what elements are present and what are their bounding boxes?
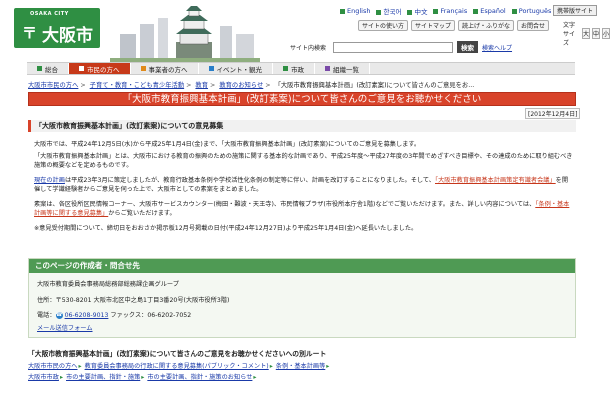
nav-events-tourism[interactable]: イベント・観光 (199, 63, 273, 74)
contact-fax: ファックス：06-6202-7052 (110, 312, 192, 319)
related-link[interactable]: 条例・基本計画等 (276, 363, 326, 370)
related-link[interactable]: 市の主要計画、指針・施策のお知らせ (147, 374, 252, 381)
contact-button[interactable]: お問合せ (517, 20, 550, 31)
site-guide-button[interactable]: サイトの使い方 (358, 20, 409, 31)
nav-city-admin[interactable]: 市政 (273, 63, 315, 74)
read-aloud-button[interactable]: 読上げ・ふりがな (458, 20, 515, 31)
arrow-icon: ▸ (253, 374, 257, 381)
breadcrumb-item[interactable]: 子育て・教育・こども青少年活動 (90, 82, 184, 89)
arrow-icon: ▸ (269, 363, 273, 370)
arrow-icon: ▸ (59, 374, 64, 381)
related-routes-title: 「大阪市教育振興基本計画」(改訂素案)について皆さんのご意見をお聴かせくださいへ… (28, 350, 327, 358)
related-link[interactable]: 大阪市市政 (28, 374, 59, 381)
contact-box: このページの作成者・問合せ先 大阪市教育委員会事務局総務部総務課企画グループ 住… (28, 258, 576, 338)
phone-icon: ☎ (55, 311, 63, 319)
font-size-large[interactable]: 大 (581, 28, 590, 39)
sitemap-button[interactable]: サイトマップ (411, 20, 456, 31)
logo-city-en: OSAKA CITY (30, 11, 69, 17)
related-route-row: 大阪市市政▸ 市の主要計画、指針・施策▸ 市の主要計画、指針・施策のお知らせ▸ (28, 372, 576, 381)
nav-organizations[interactable]: 組織一覧 (315, 63, 370, 74)
related-link[interactable]: 教育委員会事務局の行政に関する意見募集(パブリック・コメント) (85, 363, 269, 370)
city-mark-icon: 〒 (22, 24, 38, 42)
section-title: 「大阪市教育振興基本計画」(改訂素案)についての意見募集 (28, 120, 576, 132)
nav-general[interactable]: 総合 (27, 63, 69, 74)
lang-french[interactable]: Français (433, 7, 467, 15)
expert-council-link[interactable]: 「大阪市教育振興基本計画策定有識者会議」 (435, 177, 556, 184)
arrow-icon: ▸ (141, 374, 145, 381)
osaka-castle-illustration (110, 4, 260, 64)
font-size-label: 文字サイズ (563, 22, 576, 47)
search-help-link[interactable]: 検索ヘルプ (482, 43, 512, 52)
site-header: OSAKA CITY 〒 大阪市 English 한국어 中文 Français… (0, 0, 610, 68)
arrow-icon: ▸ (326, 363, 330, 370)
mail-form-link[interactable]: メール送信フォーム (37, 325, 93, 332)
font-size-control: 文字サイズ 大 中 小 (563, 20, 610, 47)
font-size-small[interactable]: 小 (602, 28, 610, 39)
paragraph-where-to-view: 素案は、各区役所区民情報コーナー、大阪市サービスカウンター(梅田・難波・天王寺)… (34, 201, 570, 217)
related-link[interactable]: 大阪市市民の方へ (28, 363, 78, 370)
page-title: 「大阪市教育振興基本計画」(改訂素案)について皆さんのご意見をお聴かせください (28, 92, 576, 106)
contact-department: 大阪市教育委員会事務局総務部総務課企画グループ (37, 281, 179, 288)
paragraph-plan-description: 「大阪市教育振興基本計画」とは、大阪市における教育の振興のための施策に関する基本… (34, 153, 573, 169)
paragraph-revision: 現在の計画は平成23年3月に策定しましたが、教育行政基本条例や学校活性化条例の制… (34, 177, 569, 193)
search-label: サイト内検索 (290, 44, 327, 52)
paragraph-intro: 大阪市では、平成24年12月5日(水)から平成25年1月4日(金)まで、「大阪市… (34, 141, 421, 148)
global-nav: 総合 市民の方へ 事業者の方へ イベント・観光 市政 組織一覧 (27, 62, 575, 75)
nav-citizens[interactable]: 市民の方へ (69, 63, 131, 74)
language-links: English 한국어 中文 Français Español Portuguê… (340, 6, 551, 16)
mobile-site-button[interactable]: 携帯版サイト (553, 5, 598, 16)
search-button[interactable]: 検索 (457, 41, 479, 53)
nav-business[interactable]: 事業者の方へ (131, 63, 199, 74)
lang-korean[interactable]: 한국어 (376, 6, 401, 16)
contact-phone-line: 電話：☎ 06-6208-9013 ファックス：06-6202-7052 (37, 311, 192, 319)
lang-spanish[interactable]: Español (473, 7, 506, 15)
osaka-city-logo[interactable]: OSAKA CITY 〒 大阪市 (14, 8, 100, 48)
current-plan-link[interactable]: 現在の計画 (34, 177, 65, 184)
search-input[interactable] (333, 41, 454, 53)
breadcrumb-item[interactable]: 教育 (195, 82, 208, 89)
paragraph-deadline-note: ※意見受付期間について、締切日をおおさか掲示板12月号掲載の日付(平成24年12… (34, 225, 418, 232)
lang-portuguese[interactable]: Português (511, 7, 551, 15)
breadcrumb: 大阪市市民の方へ > 子育て・教育・こども青少年活動 > 教育 > 教育のお知らせ > … (28, 82, 475, 89)
phone-link[interactable]: 06-6208-9013 (65, 312, 109, 319)
lang-english[interactable]: English (340, 7, 370, 15)
related-link[interactable]: 市の主要計画、指針・施策 (66, 374, 140, 381)
breadcrumb-current: 「大阪市教育振興基本計画」(改訂素案)について皆さんのご意見をお... (274, 82, 475, 89)
site-search: サイト内検索 検索 検索ヘルプ (290, 41, 512, 53)
contact-heading: このページの作成者・問合せ先 (29, 259, 575, 273)
utility-links: サイトの使い方 サイトマップ 読上げ・ふりがな お問合せ (358, 20, 550, 31)
publish-date: [2012年12月4日] (525, 108, 581, 119)
contact-address: 住所：〒530-8201 大阪市北区中之島1丁目3番20号(大阪市役所3階) (37, 297, 230, 304)
arrow-icon: ▸ (78, 363, 82, 370)
related-route-row: 大阪市市民の方へ▸ 教育委員会事務局の行政に関する意見募集(パブリック・コメント… (28, 361, 576, 370)
lang-chinese[interactable]: 中文 (407, 6, 427, 16)
logo-city-jp: 大阪市 (42, 26, 93, 46)
breadcrumb-item[interactable]: 大阪市市民の方へ (28, 82, 78, 89)
font-size-medium[interactable]: 中 (591, 28, 600, 39)
breadcrumb-item[interactable]: 教育のお知らせ (219, 82, 263, 89)
